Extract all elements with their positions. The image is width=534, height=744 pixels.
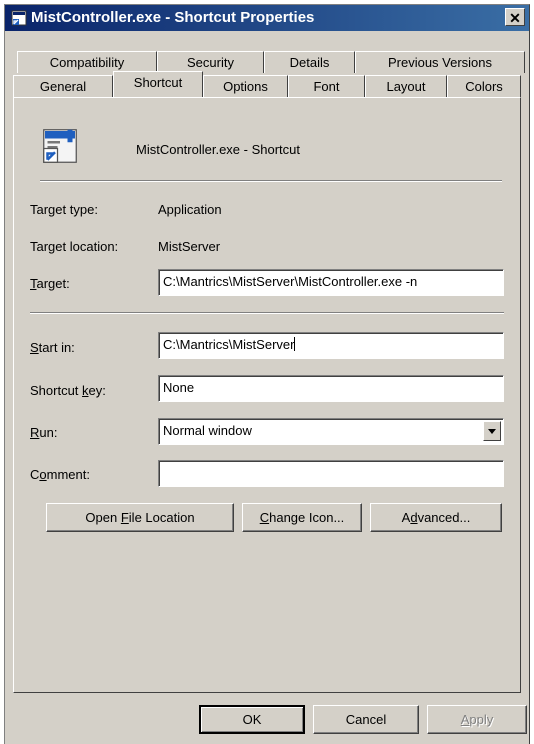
target-location-label: Target location: [30, 239, 119, 254]
text-caret [294, 337, 296, 351]
tab-options[interactable]: Options [203, 75, 288, 97]
target-type-label: Target type: [30, 202, 98, 217]
close-button[interactable]: ✕ [505, 8, 525, 26]
start-in-label: Start in: [30, 340, 75, 355]
tab-security[interactable]: Security [157, 51, 264, 73]
ok-button[interactable]: OK [199, 705, 305, 734]
shortcut-file-icon [43, 129, 77, 163]
window-title: MistController.exe - Shortcut Properties [31, 9, 315, 26]
tab-colors[interactable]: Colors [447, 75, 521, 97]
tab-details[interactable]: Details [264, 51, 355, 73]
shortcut-name: MistController.exe - Shortcut [136, 142, 301, 157]
advanced-button[interactable]: Advanced... [370, 503, 502, 532]
target-type-value: Application [158, 202, 222, 217]
tab-compatibility[interactable]: Compatibility [17, 51, 157, 73]
target-field[interactable]: C:\Mantrics\MistServer\MistController.ex… [158, 269, 504, 296]
apply-button[interactable]: Apply [427, 705, 527, 734]
close-icon: ✕ [509, 10, 521, 26]
title-bar[interactable]: MistController.exe - Shortcut Properties… [5, 5, 529, 31]
shortcut-app-icon [11, 10, 27, 26]
tab-general[interactable]: General [13, 75, 113, 97]
shortcut-key-label: Shortcut key: [30, 383, 106, 398]
start-in-field[interactable]: C:\Mantrics\MistServer [158, 332, 504, 359]
shortcut-key-field[interactable]: None [158, 375, 504, 402]
run-label: Run: [30, 425, 58, 440]
tab-font[interactable]: Font [288, 75, 365, 97]
separator [40, 180, 502, 182]
comment-label: Comment: [30, 467, 90, 482]
tab-shortcut[interactable]: Shortcut [113, 71, 203, 97]
tab-previous-versions[interactable]: Previous Versions [355, 51, 525, 73]
comment-field[interactable] [158, 460, 504, 487]
properties-dialog: MistController.exe - Shortcut Properties… [4, 4, 530, 744]
shortcut-tab-panel: MistController.exe - Shortcut Target typ… [13, 97, 521, 693]
cancel-button[interactable]: Cancel [313, 705, 419, 734]
run-select[interactable]: Normal window [158, 418, 504, 445]
separator [30, 312, 504, 314]
target-label: Target: [30, 276, 70, 291]
tab-layout[interactable]: Layout [365, 75, 447, 97]
change-icon-button[interactable]: Change Icon... [242, 503, 362, 532]
target-location-value: MistServer [158, 239, 221, 254]
chevron-down-icon[interactable] [483, 421, 501, 441]
open-file-location-button[interactable]: Open File Location [46, 503, 234, 532]
